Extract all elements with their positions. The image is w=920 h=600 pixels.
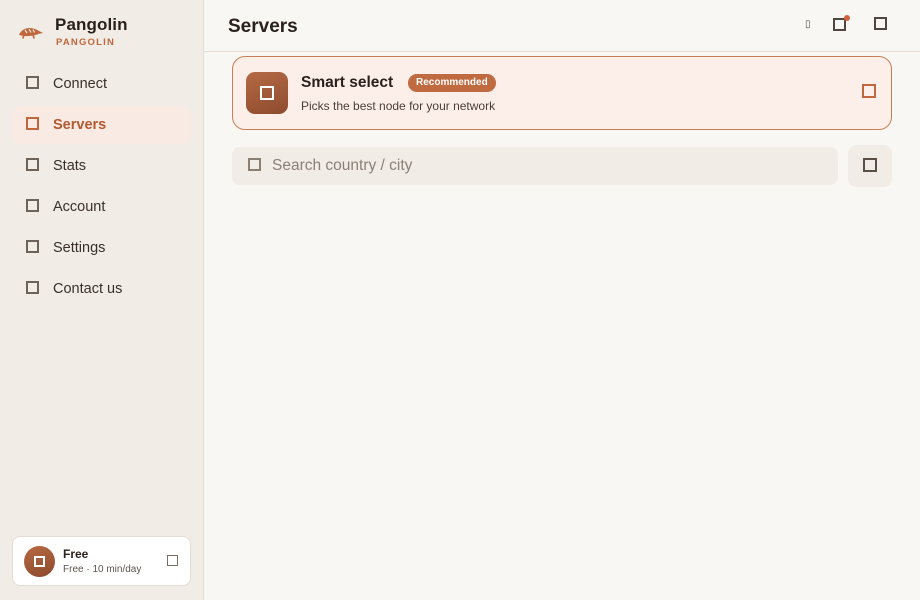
sidebar-item-label: Stats [53,158,87,174]
sidebar-item-label: Account [53,199,106,215]
header: Servers ▯ [204,0,920,52]
filter-button[interactable] [848,145,892,187]
notification-dot [844,15,850,21]
brand-name: Pangolin [55,15,128,34]
brand[interactable]: Pangolin PANGOLIN [18,14,198,50]
smart-select-title: Smart select [301,74,394,91]
sidebar-item-servers[interactable]: Servers [12,106,191,144]
sidebar-item-stats[interactable]: Stats [12,147,191,185]
smart-select-card[interactable]: Smart select Recommended Picks the best … [232,56,892,130]
settings-icon [26,240,39,253]
smart-select-tile [246,72,288,114]
smart-select-icon [260,86,274,100]
notification-icon[interactable] [833,15,850,31]
sidebar-item-label: Servers [53,117,107,133]
sidebar-nav: Connect Servers Stats Account Settings C… [12,65,191,311]
pangolin-logo-icon [19,27,43,39]
sidebar-item-label: Contact us [53,281,123,297]
sidebar-item-label: Settings [53,240,106,256]
search-input[interactable] [272,147,822,185]
status-icon[interactable]: ▯ [805,20,811,30]
filter-icon [863,158,877,172]
connect-icon [26,76,39,89]
sidebar-item-account[interactable]: Account [12,188,191,226]
stats-icon [26,158,39,171]
page-title: Servers [228,16,298,37]
user-icon[interactable] [874,17,887,30]
account-icon [26,199,39,212]
avatar-icon [34,556,45,567]
search-bar [232,147,838,185]
smart-select-description: Picks the best node for your network [301,99,496,113]
contact-icon [26,281,39,294]
sidebar-item-contact-us[interactable]: Contact us [12,270,191,308]
search-icon [248,158,261,171]
servers-icon [26,117,39,130]
plan-card[interactable]: Free Free · 10 min/day [12,536,191,586]
sidebar-item-label: Connect [53,76,108,92]
avatar [24,546,55,577]
sidebar-item-connect[interactable]: Connect [12,65,191,103]
sidebar: Pangolin PANGOLIN Connect Servers Stats … [0,0,204,600]
sidebar-item-settings[interactable]: Settings [12,229,191,267]
plan-name: Free [63,547,89,561]
checkbox-icon[interactable] [862,84,876,98]
recommended-badge: Recommended [408,74,496,92]
chevron-icon[interactable] [167,555,178,566]
brand-subtitle: PANGOLIN [56,37,116,48]
plan-detail: Free · 10 min/day [63,564,142,575]
